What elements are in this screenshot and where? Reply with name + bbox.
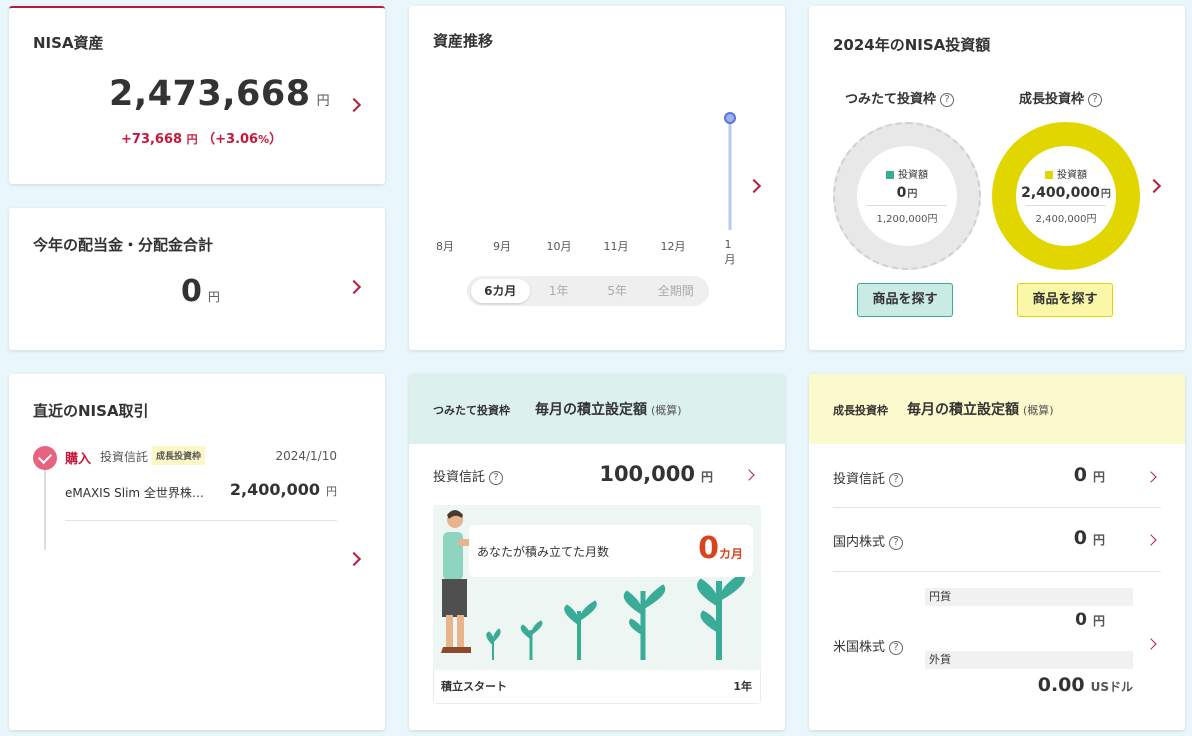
tsumitate-fund-label: 投資信託?: [433, 466, 504, 485]
dividends-title: 今年の配当金・分配金合計: [33, 236, 214, 254]
trade-badge: 成長投資枠: [152, 446, 206, 465]
chevron-right-icon[interactable]: [346, 97, 362, 113]
tsumitate-monthly-card: つみたて投資枠 毎月の積立設定額 (概算) 投資信託? 100,000 円 あな…: [409, 374, 785, 730]
months-label: あなたが積み立てた月数: [477, 545, 610, 559]
growth-monthly-header: 成長投資枠 毎月の積立設定額 (概算): [809, 374, 1185, 444]
tsumitate-limit: 1,200,000円: [867, 205, 947, 225]
growth-find-products-button[interactable]: 商品を探す: [1017, 283, 1113, 317]
growth-monthly-title: 毎月の積立設定額 (概算): [907, 402, 1054, 418]
chevron-right-icon[interactable]: [1145, 534, 1157, 546]
months-value: 0カ月: [698, 531, 743, 566]
x-axis-labels: 8月 9月 10月 11月 12月 1月: [431, 238, 741, 266]
dividends-card[interactable]: 今年の配当金・分配金合計 0円: [9, 208, 385, 350]
nisa-assets-card[interactable]: NISA資産 2,473,668 円 +73,668 円 （+3.06%）: [9, 6, 385, 184]
range-option-all[interactable]: 全期間: [647, 279, 706, 303]
chevron-right-icon[interactable]: [1145, 638, 1157, 650]
range-option-6m[interactable]: 6カ月: [471, 279, 530, 303]
tsumitate-fund-value: 100,000 円: [599, 462, 713, 486]
check-icon: [33, 446, 57, 470]
growth-legend: 投資額: [1016, 166, 1116, 181]
range-option-5y[interactable]: 5年: [588, 279, 647, 303]
divider: [65, 520, 337, 521]
help-icon[interactable]: ?: [889, 535, 904, 550]
growth-us-stock-label: 米国株式?: [833, 636, 904, 655]
growth-fund-label: 投資信託?: [833, 468, 904, 487]
asset-trend-chart: [724, 112, 736, 230]
foreign-currency-label: 外貨: [925, 651, 1133, 669]
growth-label: 成長投資枠?: [1019, 88, 1103, 107]
x-tick-label: 1月: [724, 238, 736, 266]
range-selector: 6カ月 1年 5年 全期間: [467, 276, 709, 306]
growth-domestic-label: 国内株式?: [833, 531, 904, 550]
tsumitate-monthly-title: 毎月の積立設定額 (概算): [535, 402, 682, 418]
recent-trades-title: 直近のNISA取引: [33, 402, 149, 420]
chevron-right-icon[interactable]: [1145, 471, 1157, 483]
asset-trend-card: 資産推移 8月 9月 10月 11月 12月 1月 6カ月 1年 5年 全期間: [409, 6, 785, 350]
trade-type: 投資信託: [100, 450, 149, 464]
legend-swatch: [886, 171, 894, 179]
investment-2024-title: 2024年のNISA投資額: [833, 36, 991, 54]
end-label: 1年: [733, 680, 752, 693]
growth-monthly-card: 成長投資枠 毎月の積立設定額 (概算) 投資信託? 0円 国内株式? 0円 米国株…: [809, 374, 1185, 730]
trade-amount: 2,400,000 円: [229, 480, 337, 499]
nisa-assets-gain: +73,668 円 （+3.06%）: [121, 132, 283, 147]
yen-currency-label: 円貨: [925, 588, 1133, 606]
help-icon[interactable]: ?: [940, 92, 955, 107]
investment-2024-card: 2024年のNISA投資額 つみたて投資枠? 投資額 0円 1,200,000円…: [809, 6, 1185, 350]
growth-domestic-value: 0円: [1073, 527, 1105, 549]
trade-kind: 購入: [65, 452, 92, 467]
legend-swatch: [1045, 171, 1053, 179]
savings-illustration: あなたが積み立てた月数 0カ月 積立スタート 1年: [433, 505, 761, 704]
help-icon[interactable]: ?: [889, 640, 904, 655]
months-bubble: あなたが積み立てた月数 0カ月: [469, 525, 753, 577]
tsumitate-legend: 投資額: [857, 166, 957, 181]
tsumitate-monthly-header: つみたて投資枠 毎月の積立設定額 (概算): [409, 374, 785, 444]
x-tick-label: 12月: [660, 240, 686, 253]
nisa-assets-title: NISA資産: [33, 34, 104, 52]
x-tick-label: 11月: [603, 240, 629, 253]
start-label: 積立スタート: [441, 680, 507, 693]
chevron-right-icon[interactable]: [1146, 178, 1162, 194]
nisa-assets-value: 2,473,668 円: [109, 74, 331, 114]
chevron-right-icon[interactable]: [346, 279, 362, 295]
tsumitate-label: つみたて投資枠?: [845, 88, 955, 107]
chevron-right-icon[interactable]: [346, 551, 362, 567]
us-stock-yen-value: 0円: [1075, 610, 1105, 630]
divider: [833, 571, 1161, 572]
tsumitate-amount: 0円: [896, 185, 918, 201]
trade-date: 2024/1/10: [275, 449, 337, 463]
growth-monthly-tag: 成長投資枠: [833, 404, 888, 417]
growth-fund-value: 0円: [1073, 464, 1105, 486]
tsumitate-find-products-button[interactable]: 商品を探す: [857, 283, 953, 317]
tsumitate-monthly-tag: つみたて投資枠: [433, 404, 510, 417]
progress-footer: 積立スタート 1年: [433, 670, 761, 704]
tsumitate-donut: 投資額 0円 1,200,000円: [833, 122, 981, 270]
growth-donut: 投資額 2,400,000円 2,400,000円: [992, 122, 1140, 270]
growth-limit: 2,400,000円: [1026, 205, 1106, 225]
us-stock-fx-value: 0.00 USドル: [1037, 674, 1133, 696]
growth-amount: 2,400,000円: [1021, 185, 1111, 201]
divider: [833, 507, 1161, 508]
recent-trades-card[interactable]: 直近のNISA取引 購入 投資信託 成長投資枠 2024/1/10 eMAXIS…: [9, 374, 385, 730]
chevron-right-icon[interactable]: [743, 469, 755, 481]
help-icon[interactable]: ?: [889, 472, 904, 487]
trade-fund-name: eMAXIS Slim 全世界株…: [65, 486, 204, 500]
range-option-1y[interactable]: 1年: [530, 279, 589, 303]
x-tick-label: 10月: [546, 240, 572, 253]
x-tick-label: 8月: [436, 240, 454, 253]
x-tick-label: 9月: [493, 240, 511, 253]
dividends-value: 0円: [181, 274, 220, 309]
help-icon[interactable]: ?: [1088, 92, 1103, 107]
data-point[interactable]: [724, 112, 736, 124]
help-icon[interactable]: ?: [489, 470, 504, 485]
